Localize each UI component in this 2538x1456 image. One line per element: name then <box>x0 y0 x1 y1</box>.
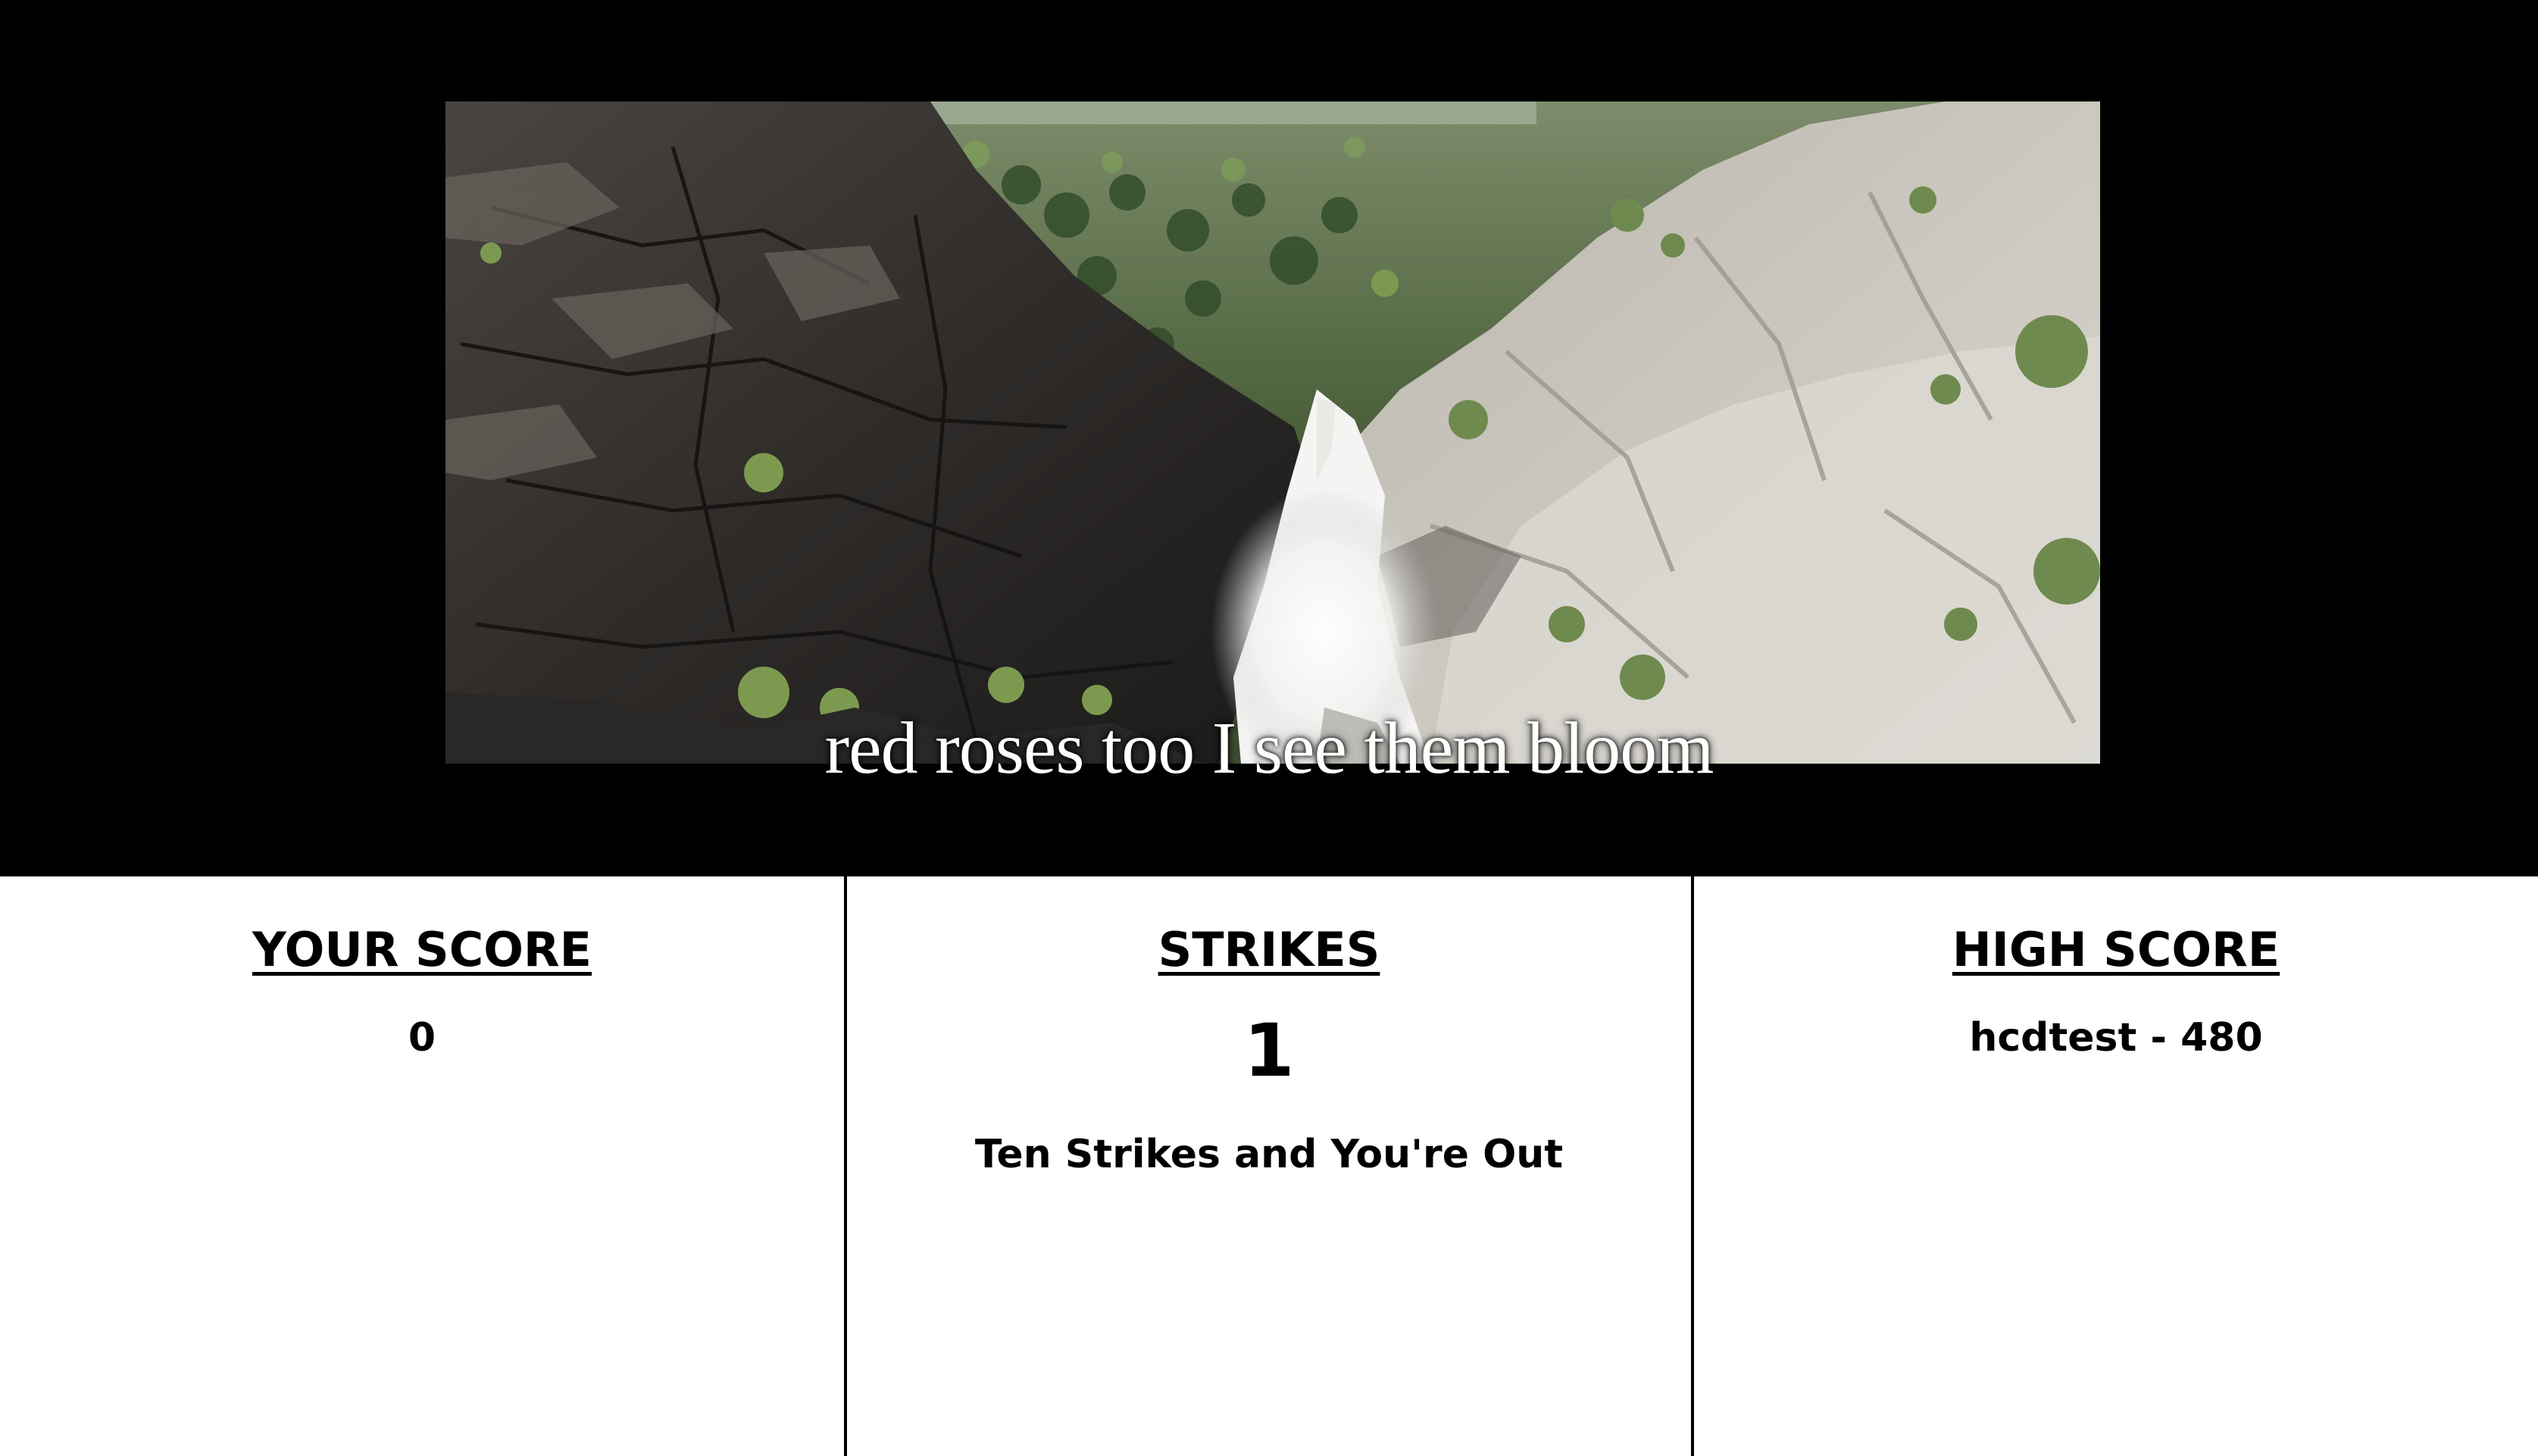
video-player[interactable]: red roses too I see them bloom <box>0 0 2538 876</box>
high-score-title: HIGH SCORE <box>1952 922 2280 977</box>
scoreboard: YOUR SCORE 0 STRIKES 1 Ten Strikes and Y… <box>0 876 2538 1456</box>
high-score-value: hcdtest - 480 <box>1969 1015 2263 1061</box>
strikes-panel: STRIKES 1 Ten Strikes and You're Out <box>844 876 1691 1456</box>
your-score-title: YOUR SCORE <box>252 922 592 977</box>
waterfall-scene-image <box>445 102 2100 764</box>
strikes-title: STRIKES <box>1158 922 1380 977</box>
high-score-panel: HIGH SCORE hcdtest - 480 <box>1691 876 2538 1456</box>
strikes-count: 1 <box>1243 1008 1295 1094</box>
your-score-value: 0 <box>408 1015 436 1061</box>
game-screen: red roses too I see them bloom YOUR SCOR… <box>0 0 2538 1456</box>
strikes-rule-text: Ten Strikes and You're Out <box>974 1131 1564 1177</box>
your-score-panel: YOUR SCORE 0 <box>0 876 844 1456</box>
video-frame-waterfall <box>445 102 2100 764</box>
lyrics-caption: red roses too I see them bloom <box>824 708 1714 789</box>
